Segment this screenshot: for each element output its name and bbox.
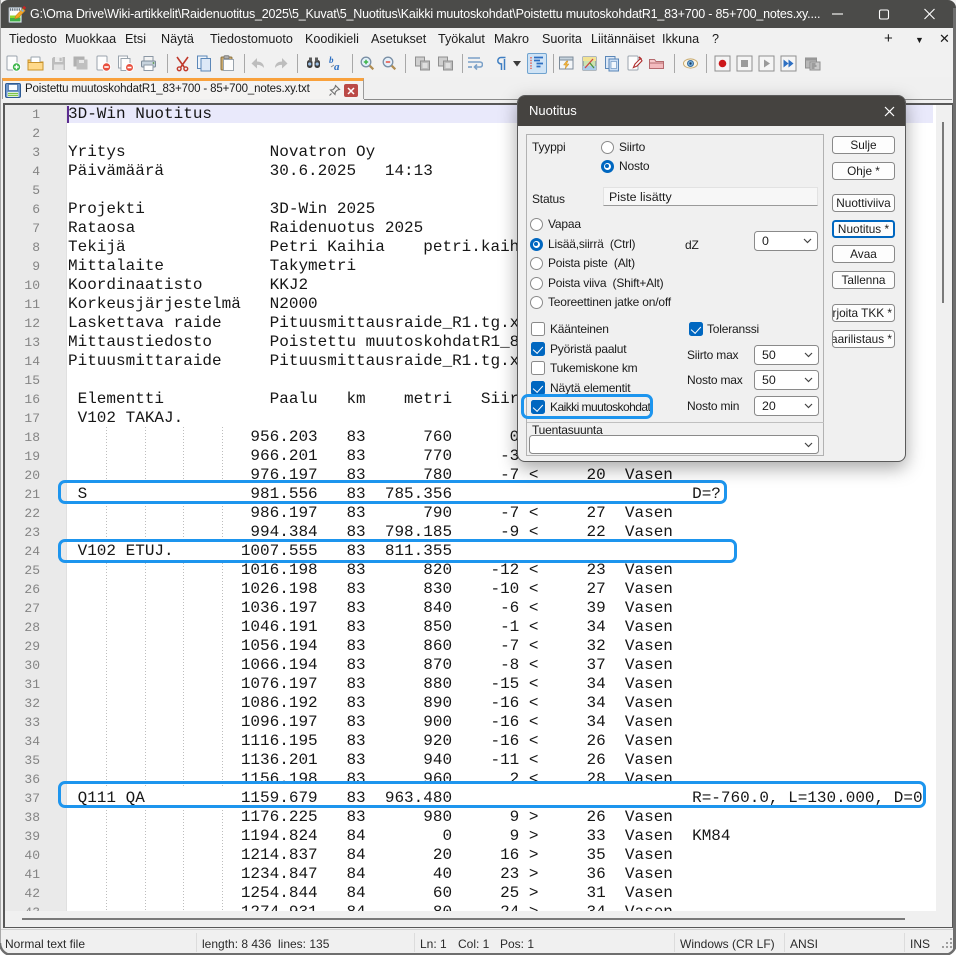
svg-text:a: a: [334, 61, 340, 72]
